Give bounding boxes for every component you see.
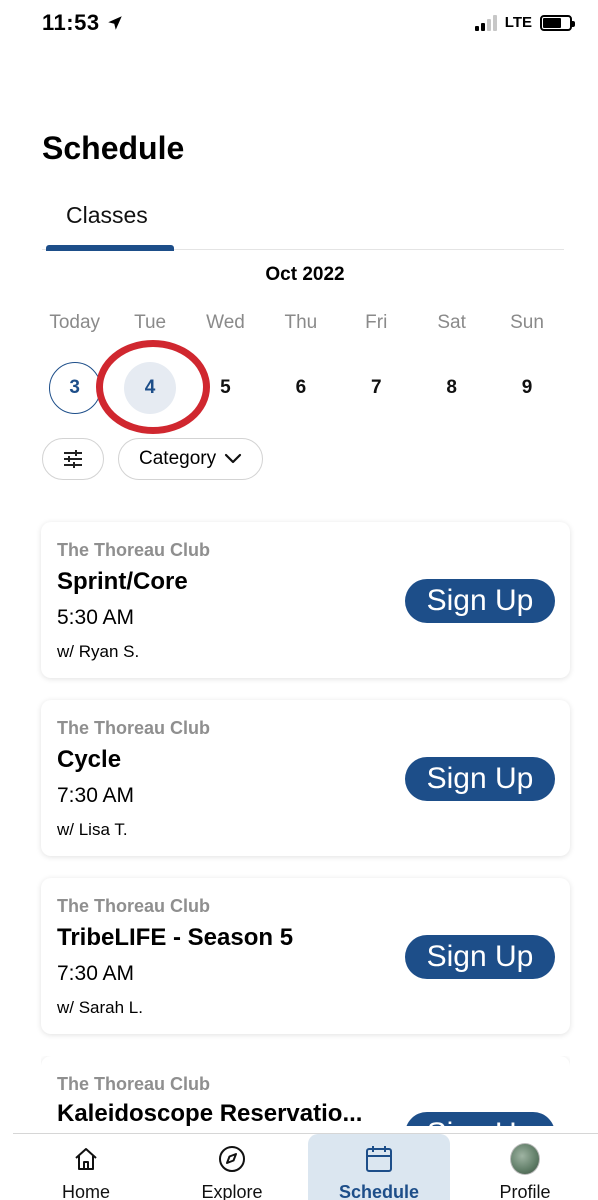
tab-classes[interactable]: Classes	[46, 190, 174, 251]
sign-up-button[interactable]: Sign Up	[405, 935, 555, 979]
status-time: 11:53	[42, 10, 124, 36]
class-name: Cycle	[57, 746, 122, 773]
tab-schedule[interactable]: Schedule	[308, 1134, 450, 1200]
tab-label: Explore	[201, 1182, 263, 1200]
weekday-label: Thu	[284, 312, 318, 333]
avatar	[510, 1143, 540, 1175]
partial-card-clip: The Thoreau Club Kaleidoscope Reservatio…	[41, 1056, 570, 1126]
calendar-icon	[364, 1144, 394, 1174]
filter-settings-button[interactable]	[42, 438, 104, 480]
class-instructor: w/ Lisa T.	[57, 820, 128, 839]
club-name: The Thoreau Club	[57, 1074, 210, 1094]
weekday-row: Today Tue Wed Thu Fri Sat Sun	[37, 312, 565, 334]
weekday-label: Sat	[437, 312, 466, 333]
tab-explore[interactable]: Explore	[161, 1134, 303, 1200]
red-annotation-circle	[96, 340, 210, 434]
class-name: Sprint/Core	[57, 568, 188, 595]
weekday-label: Tue	[134, 312, 167, 333]
sign-up-button[interactable]: Sign Up	[405, 1112, 555, 1126]
class-time: 7:30 AM	[57, 784, 135, 807]
location-arrow-icon	[107, 16, 122, 30]
class-instructor: w/ Sarah L.	[57, 998, 143, 1017]
class-card[interactable]: The Thoreau Club Sprint/Core 5:30 AM w/ …	[41, 522, 570, 678]
date-button[interactable]: 8	[426, 362, 478, 414]
cell-signal-icon	[474, 14, 497, 31]
date-button[interactable]: 9	[501, 362, 553, 414]
page-title: Schedule	[42, 130, 185, 166]
tab-label: Home	[61, 1182, 110, 1200]
class-instructor: w/ Ryan S.	[57, 642, 140, 661]
category-dropdown[interactable]: Category	[118, 438, 264, 480]
weekday-label: Today	[49, 312, 101, 333]
bottom-tab-bar: Home Explore Schedule Profile	[13, 1133, 598, 1200]
class-card[interactable]: The Thoreau Club Cycle 7:30 AM w/ Lisa T…	[41, 700, 570, 856]
month-label: Oct 2022	[265, 264, 345, 285]
sign-up-button[interactable]: Sign Up	[405, 757, 555, 801]
weekday-label: Sun	[510, 312, 544, 333]
club-name: The Thoreau Club	[57, 718, 210, 738]
compass-icon	[217, 1144, 247, 1174]
class-card[interactable]: The Thoreau Club TribeLIFE - Season 5 7:…	[41, 878, 570, 1034]
club-name: The Thoreau Club	[57, 540, 210, 560]
class-name: TribeLIFE - Season 5	[57, 924, 294, 951]
category-label: Category	[139, 448, 217, 469]
tab-label: Profile	[499, 1182, 551, 1200]
date-today[interactable]: 3	[48, 362, 101, 414]
club-name: The Thoreau Club	[57, 896, 210, 916]
date-button[interactable]: 7	[350, 362, 402, 414]
tab-strip: Classes	[42, 190, 564, 251]
weekday-label: Wed	[206, 312, 245, 333]
tab-profile[interactable]: Profile	[454, 1134, 596, 1200]
active-tab-indicator	[46, 245, 174, 251]
class-name: Kaleidoscope Reservatio...	[57, 1100, 363, 1126]
tab-label: Schedule	[338, 1182, 420, 1200]
status-indicators: LTE	[474, 14, 575, 31]
chevron-down-icon	[225, 453, 242, 464]
filter-bar: Category	[42, 438, 264, 480]
home-icon	[71, 1144, 101, 1174]
weekday-label: Fri	[365, 312, 388, 333]
clock-text: 11:53	[42, 10, 100, 35]
status-bar: 11:53 LTE	[0, 0, 598, 48]
class-card[interactable]: The Thoreau Club Kaleidoscope Reservatio…	[41, 1056, 570, 1126]
sliders-icon	[64, 450, 82, 468]
tab-home[interactable]: Home	[15, 1134, 157, 1200]
tab-label: Classes	[66, 202, 148, 228]
network-type: LTE	[504, 14, 532, 31]
sign-up-button[interactable]: Sign Up	[405, 579, 555, 623]
class-time: 7:30 AM	[57, 962, 135, 985]
battery-icon	[540, 14, 575, 31]
class-time: 5:30 AM	[57, 606, 135, 629]
date-button[interactable]: 6	[275, 362, 327, 414]
